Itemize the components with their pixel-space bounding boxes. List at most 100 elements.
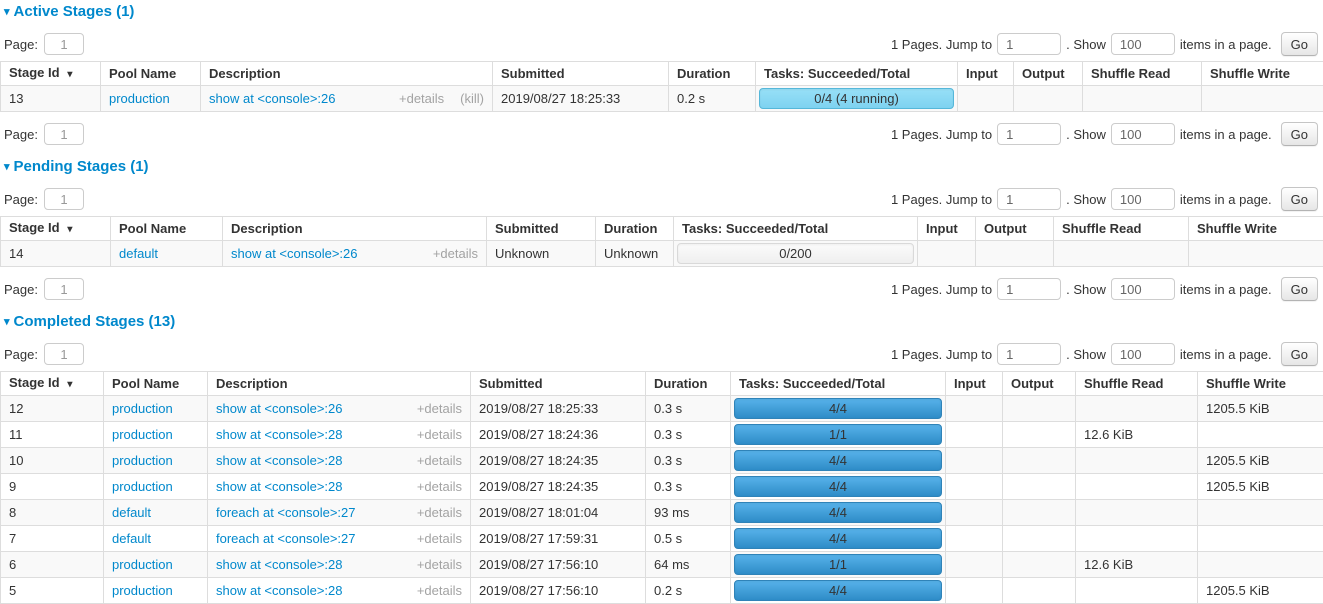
shuffle-write-header[interactable]: Shuffle Write (1189, 217, 1323, 241)
description-link[interactable]: show at <console>:26 (216, 401, 342, 416)
description-link[interactable]: show at <console>:28 (216, 427, 342, 442)
page-input[interactable] (44, 343, 84, 365)
jump-to-input[interactable] (997, 188, 1061, 210)
details-toggle[interactable]: +details (433, 246, 478, 261)
input-header[interactable]: Input (958, 62, 1014, 86)
details-toggle[interactable]: +details (417, 453, 462, 468)
pool-name-link[interactable]: production (109, 91, 170, 106)
output-header[interactable]: Output (976, 217, 1054, 241)
header-row: Stage Id ▾Pool NameDescriptionSubmittedD… (1, 62, 1323, 86)
submitted-header[interactable]: Submitted (487, 217, 596, 241)
description-link[interactable]: foreach at <console>:27 (216, 531, 356, 546)
stage-id-cell: 12 (1, 396, 104, 422)
completed-stages-heading[interactable]: ▾Completed Stages (13) (4, 313, 1323, 332)
details-toggle[interactable]: +details (417, 427, 462, 442)
stage-id-header[interactable]: Stage Id ▾ (1, 372, 104, 396)
description-link[interactable]: show at <console>:28 (216, 557, 342, 572)
pool-name-link[interactable]: default (112, 505, 151, 520)
page-input[interactable] (44, 278, 84, 300)
shuffle-read-header[interactable]: Shuffle Read (1076, 372, 1198, 396)
task-progress-bar: 0/200 (677, 243, 914, 264)
duration-header[interactable]: Duration (646, 372, 731, 396)
shuffle-write-cell: 1205.5 KiB (1198, 448, 1323, 474)
pool-name-link[interactable]: production (112, 557, 173, 572)
description-header[interactable]: Description (201, 62, 493, 86)
pool-name-cell: production (101, 86, 201, 112)
jump-to-input[interactable] (997, 278, 1061, 300)
page-input[interactable] (44, 123, 84, 145)
pagination-left: Page: (4, 123, 84, 145)
details-toggle[interactable]: +details (417, 401, 462, 416)
pool-name-link[interactable]: production (112, 479, 173, 494)
stage-id-cell: 9 (1, 474, 104, 500)
tasks-header[interactable]: Tasks: Succeeded/Total (674, 217, 918, 241)
page-input[interactable] (44, 33, 84, 55)
details-toggle[interactable]: +details (417, 479, 462, 494)
input-header[interactable]: Input (946, 372, 1003, 396)
tasks-cell: 0/4 (4 running) (756, 86, 958, 112)
pool-name-link[interactable]: production (112, 583, 173, 598)
description-link[interactable]: show at <console>:28 (216, 583, 342, 598)
pool-name-link[interactable]: production (112, 401, 173, 416)
show-count-input[interactable] (1111, 278, 1175, 300)
go-button[interactable]: Go (1281, 32, 1318, 56)
pool-name-link[interactable]: production (112, 427, 173, 442)
description-link[interactable]: show at <console>:26 (231, 246, 357, 261)
go-button[interactable]: Go (1281, 277, 1318, 301)
stage-id-header[interactable]: Stage Id ▾ (1, 62, 101, 86)
duration-header[interactable]: Duration (669, 62, 756, 86)
show-count-input[interactable] (1111, 123, 1175, 145)
stage-id-header[interactable]: Stage Id ▾ (1, 217, 111, 241)
shuffle-write-cell (1198, 552, 1323, 578)
details-toggle[interactable]: +details (417, 557, 462, 572)
input-header[interactable]: Input (918, 217, 976, 241)
output-header[interactable]: Output (1003, 372, 1076, 396)
page-input[interactable] (44, 188, 84, 210)
description-actions: +details (417, 505, 462, 520)
shuffle-read-header[interactable]: Shuffle Read (1083, 62, 1202, 86)
details-toggle[interactable]: +details (417, 531, 462, 546)
input-cell (918, 241, 976, 267)
output-cell (1003, 474, 1076, 500)
shuffle-write-header[interactable]: Shuffle Write (1198, 372, 1323, 396)
show-count-input[interactable] (1111, 343, 1175, 365)
description-link[interactable]: show at <console>:28 (216, 479, 342, 494)
details-toggle[interactable]: +details (417, 505, 462, 520)
submitted-cell: 2019/08/27 18:25:33 (493, 86, 669, 112)
go-button[interactable]: Go (1281, 122, 1318, 146)
jump-to-input[interactable] (997, 123, 1061, 145)
kill-link[interactable]: (kill) (460, 91, 484, 106)
output-cell (1003, 422, 1076, 448)
submitted-header[interactable]: Submitted (471, 372, 646, 396)
show-count-input[interactable] (1111, 188, 1175, 210)
items-text: items in a page. (1180, 347, 1272, 362)
pool-name-link[interactable]: default (112, 531, 151, 546)
output-header[interactable]: Output (1014, 62, 1083, 86)
go-button[interactable]: Go (1281, 187, 1318, 211)
shuffle-read-header[interactable]: Shuffle Read (1054, 217, 1189, 241)
description-link[interactable]: show at <console>:26 (209, 91, 335, 106)
jump-to-input[interactable] (997, 33, 1061, 55)
jump-to-input[interactable] (997, 343, 1061, 365)
duration-header[interactable]: Duration (596, 217, 674, 241)
description-header[interactable]: Description (208, 372, 471, 396)
active-stages-heading[interactable]: ▾Active Stages (1) (4, 3, 1323, 22)
pending-stages-heading[interactable]: ▾Pending Stages (1) (4, 158, 1323, 177)
description-header[interactable]: Description (223, 217, 487, 241)
pool-name-header[interactable]: Pool Name (104, 372, 208, 396)
tasks-header[interactable]: Tasks: Succeeded/Total (756, 62, 958, 86)
details-toggle[interactable]: +details (417, 583, 462, 598)
task-progress-bar: 4/4 (734, 528, 942, 549)
pool-name-header[interactable]: Pool Name (111, 217, 223, 241)
description-link[interactable]: foreach at <console>:27 (216, 505, 356, 520)
pool-name-link[interactable]: production (112, 453, 173, 468)
pool-name-link[interactable]: default (119, 246, 158, 261)
go-button[interactable]: Go (1281, 342, 1318, 366)
details-toggle[interactable]: +details (399, 91, 444, 106)
shuffle-write-header[interactable]: Shuffle Write (1202, 62, 1323, 86)
submitted-header[interactable]: Submitted (493, 62, 669, 86)
show-count-input[interactable] (1111, 33, 1175, 55)
pool-name-header[interactable]: Pool Name (101, 62, 201, 86)
description-link[interactable]: show at <console>:28 (216, 453, 342, 468)
tasks-header[interactable]: Tasks: Succeeded/Total (731, 372, 946, 396)
